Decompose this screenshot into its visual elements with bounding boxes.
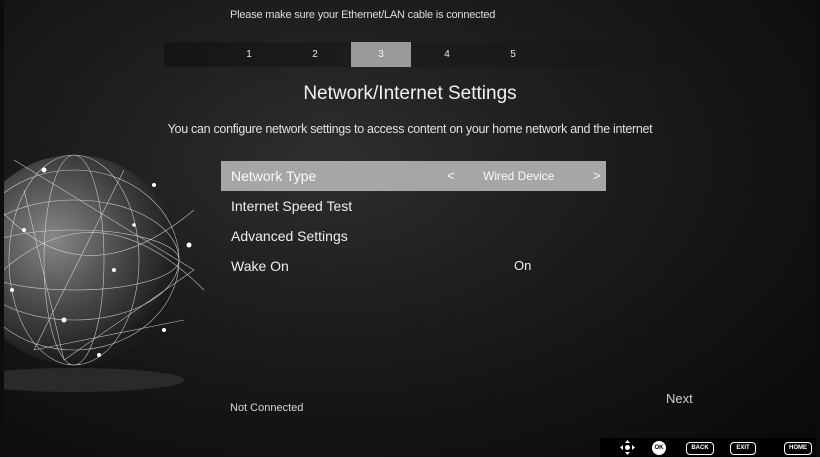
home-key[interactable]: HOME: [784, 442, 812, 455]
step-indicator: 1 2 3 4 5: [164, 42, 684, 67]
settings-menu: Network Type < Wired Device > Internet S…: [221, 161, 606, 281]
menu-item-advanced-settings[interactable]: Advanced Settings: [221, 221, 606, 251]
next-option-arrow[interactable]: >: [593, 161, 601, 191]
wake-on-value: On: [514, 258, 532, 273]
step-4: 4: [444, 49, 450, 60]
step-1: 1: [246, 49, 252, 60]
back-key[interactable]: BACK: [686, 442, 714, 455]
tv-screen: Please make sure your Ethernet/LAN cable…: [4, 0, 816, 457]
connection-status: Not Connected: [230, 402, 304, 414]
menu-item-label: Advanced Settings: [231, 228, 348, 244]
exit-key[interactable]: EXIT: [730, 442, 756, 455]
menu-item-label: Internet Speed Test: [231, 198, 353, 214]
step-5: 5: [510, 49, 516, 60]
menu-item-network-type[interactable]: Network Type < Wired Device >: [221, 161, 606, 191]
prev-option-arrow[interactable]: <: [447, 161, 455, 191]
step-3-current: 3: [351, 42, 411, 67]
cable-notice: Please make sure your Ethernet/LAN cable…: [230, 9, 496, 21]
next-button[interactable]: Next: [666, 391, 693, 406]
dpad-icon: [620, 440, 635, 455]
menu-item-speed-test[interactable]: Internet Speed Test: [221, 191, 606, 221]
network-type-value: Wired Device: [483, 169, 555, 183]
menu-item-wake-on[interactable]: Wake On On: [221, 251, 606, 281]
page-title: Network/Internet Settings: [303, 83, 517, 104]
menu-item-label: Network Type: [231, 168, 317, 184]
page-subtitle: You can configure network settings to ac…: [167, 122, 653, 136]
menu-item-label: Wake On: [231, 258, 289, 274]
remote-key-legend: OK BACK EXIT HOME: [600, 438, 816, 457]
globe-illustration: [4, 154, 205, 392]
step-2: 2: [312, 49, 318, 60]
ok-key[interactable]: OK: [652, 441, 666, 455]
